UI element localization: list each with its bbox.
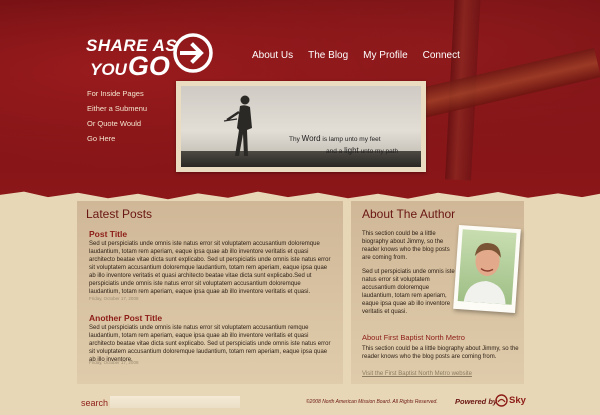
verse-line2-part1: and a [326,148,345,155]
walking-man-silhouette [223,95,252,156]
fbnm-heading: About First Baptist North Metro [362,333,465,342]
post-body-1: Sed ut perspiciatis unde omnis iste natu… [89,241,331,295]
powered-by-label: Powered by [455,397,498,406]
side-link-4[interactable]: Go Here [87,131,147,146]
verse-line2: and a light unto my path [326,145,398,157]
author-bio-2: Sed ut perspiciatis unde omnis iste natu… [362,269,455,315]
about-author-heading: About The Author [362,207,456,221]
verse-line2-part2: unto my path [358,148,399,155]
nav-my-profile[interactable]: My Profile [363,50,407,61]
side-link-3[interactable]: Or Quote Would [87,116,147,131]
search-label: search [81,398,109,408]
nav-connect[interactable]: Connect [423,50,460,61]
verse-part1: Thy [289,136,302,143]
side-link-1[interactable]: For Inside Pages [87,86,147,101]
hero-banner: Thy Word is lamp unto my feet and a ligh… [176,81,426,172]
post-title-1[interactable]: Post Title [89,229,127,239]
post-body-2: Sed ut perspiciatis unde omnis iste natu… [89,325,331,363]
banner-verse: Thy Word is lamp unto my feet and a ligh… [289,133,398,157]
footer: search ©2008 North American Mission Boar… [0,392,600,415]
author-photo [453,224,521,314]
logo-you: YOU [90,60,127,79]
author-bio-1: This section could be a little biography… [362,231,450,261]
latest-posts-heading: Latest Posts [86,207,153,221]
sky-logo-icon[interactable] [495,394,508,407]
arrow-circle-icon [173,33,213,73]
search-input[interactable] [110,396,240,408]
logo-go: GO [127,51,170,81]
copyright-text: ©2008 North American Mission Board. All … [306,399,438,405]
nav-about-us[interactable]: About Us [252,50,293,61]
post-title-2[interactable]: Another Post Title [89,313,162,323]
side-links: For Inside Pages Either a Submenu Or Quo… [87,86,147,146]
fbnm-website-link[interactable]: Visit the First Baptist North Metro webs… [362,371,472,377]
logo-line2: YOUGO [90,51,170,82]
author-photo-image [457,229,517,305]
hero-image: Thy Word is lamp unto my feet and a ligh… [181,86,421,167]
verse-part2: is lamp unto my feet [320,136,381,143]
verse-light: light [344,146,359,155]
nav-the-blog[interactable]: The Blog [308,50,348,61]
verse-word: Word [301,134,321,143]
post-date-1: Friday, October 17, 2008 [89,296,139,301]
side-link-2[interactable]: Either a Submenu [87,101,147,116]
sky-logo-text[interactable]: Sky [509,395,526,406]
person-portrait-icon [463,243,506,305]
main-nav: About Us The Blog My Profile Connect [252,50,460,61]
post-date-2: Friday, October 17, 2008 [89,360,139,365]
fbnm-text: This section could be a little biography… [362,346,519,360]
